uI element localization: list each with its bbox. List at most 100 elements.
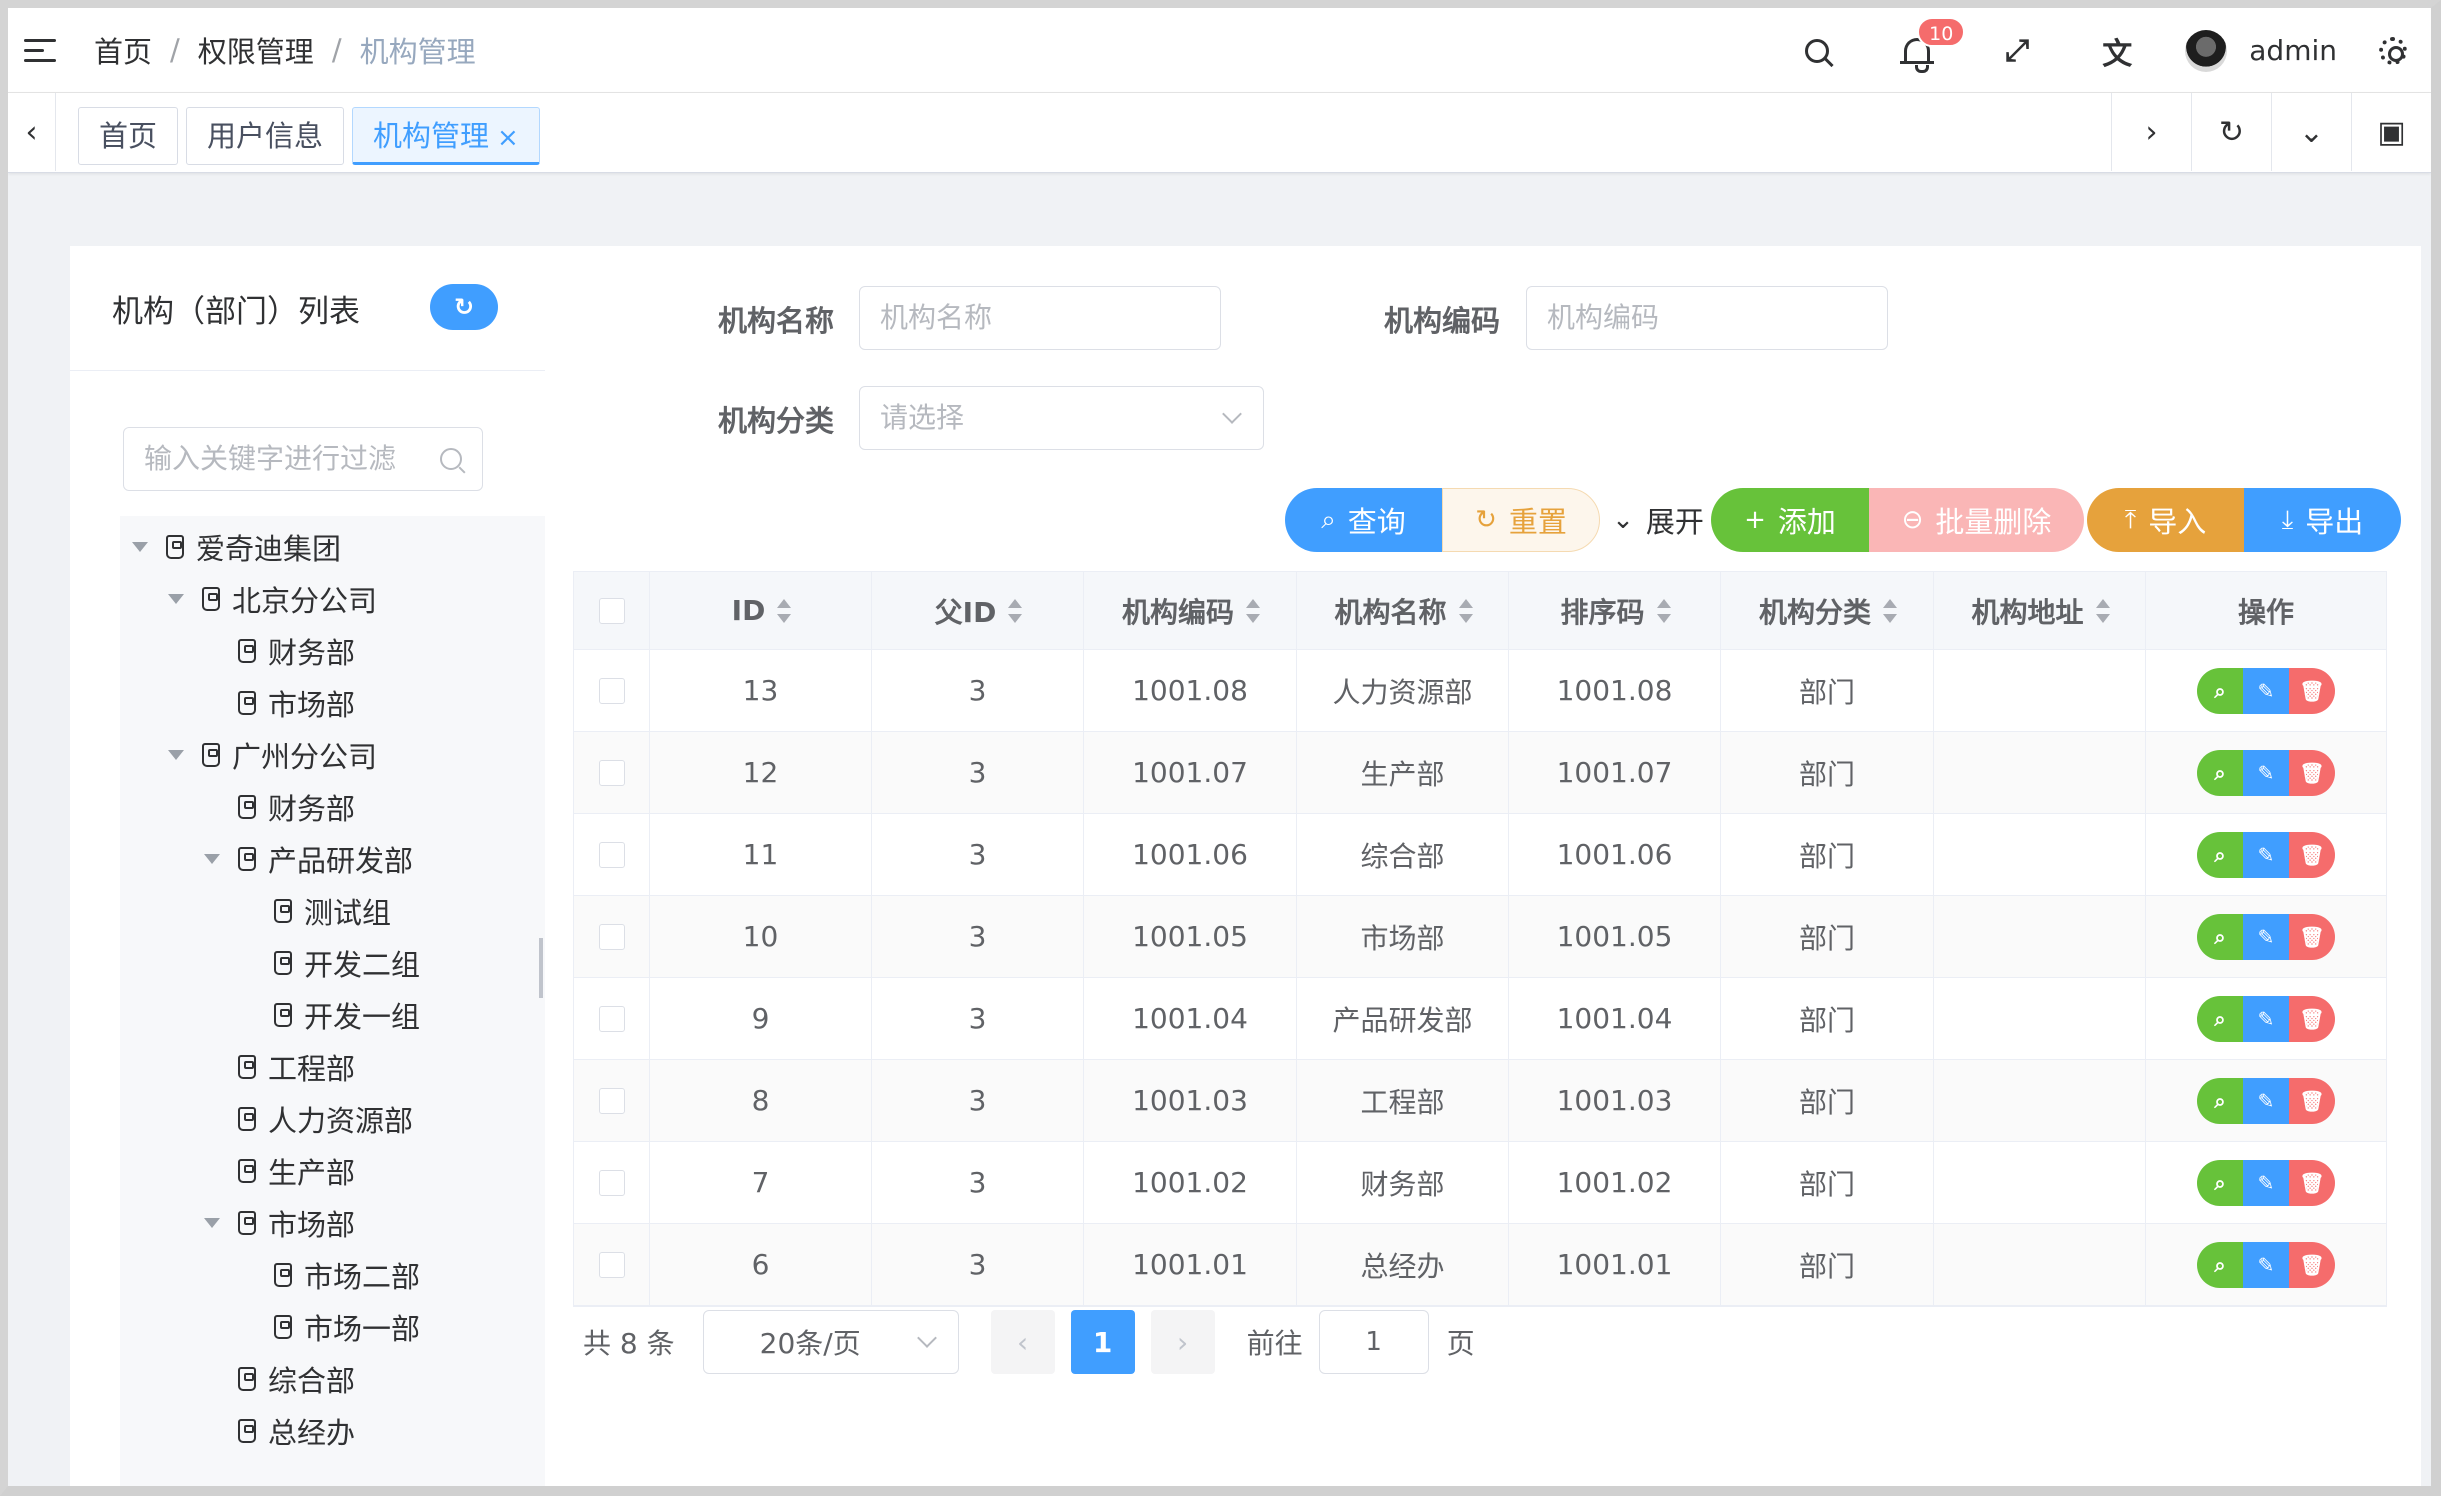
page-number-current[interactable]: 1	[1070, 1310, 1135, 1374]
tree-node[interactable]: 人力资源部	[204, 1094, 413, 1144]
tree-node[interactable]: 市场一部	[240, 1302, 420, 1352]
caret-down-icon[interactable]	[204, 1218, 220, 1228]
avatar[interactable]	[2185, 29, 2228, 72]
view-button[interactable]: ⌕	[2197, 913, 2243, 960]
row-checkbox[interactable]	[598, 1087, 625, 1114]
batch-delete-button[interactable]: ⊖ 批量删除	[1869, 488, 2084, 552]
header-org-code[interactable]: 机构编码	[1084, 572, 1297, 649]
breadcrumb-permission[interactable]: 权限管理	[198, 29, 314, 71]
caret-down-icon[interactable]	[204, 854, 220, 864]
edit-button[interactable]: ✎	[2243, 1077, 2289, 1124]
tree-node[interactable]: 市场部	[204, 678, 355, 728]
org-code-input[interactable]	[1547, 287, 1857, 347]
header-sort-code[interactable]: 排序码	[1509, 572, 1721, 649]
tree-node[interactable]: 生产部	[204, 1146, 355, 1196]
search-icon[interactable]	[440, 448, 462, 470]
edit-button[interactable]: ✎	[2243, 913, 2289, 960]
tag-org-management[interactable]: 机构管理 ×	[352, 107, 540, 165]
tag-home[interactable]: 首页	[78, 107, 179, 165]
query-button[interactable]: ⌕ 查询	[1285, 488, 1442, 552]
chevron-down-icon[interactable]: ⌄	[2271, 93, 2351, 171]
view-button[interactable]: ⌕	[2197, 1159, 2243, 1206]
breadcrumb-home[interactable]: 首页	[94, 29, 152, 71]
refresh-icon[interactable]: ↻	[2191, 93, 2271, 171]
edit-button[interactable]: ✎	[2243, 667, 2289, 714]
panel-splitter-handle[interactable]	[539, 938, 543, 998]
tag-user-info[interactable]: 用户信息	[186, 107, 345, 165]
tree-node[interactable]: 财务部	[204, 626, 355, 676]
close-icon[interactable]: ×	[497, 123, 519, 153]
delete-button[interactable]: 🗑	[2289, 995, 2335, 1042]
row-checkbox[interactable]	[598, 1005, 625, 1032]
tree-node[interactable]: 测试组	[240, 886, 391, 936]
edit-button[interactable]: ✎	[2243, 1241, 2289, 1288]
reset-button[interactable]: ↻ 重置	[1442, 488, 1600, 552]
tree-node[interactable]: 市场部	[204, 1198, 355, 1248]
header-org-category[interactable]: 机构分类	[1721, 572, 1934, 649]
delete-button[interactable]: 🗑	[2289, 1159, 2335, 1206]
org-category-select[interactable]	[859, 386, 1264, 450]
tree-node[interactable]: 开发二组	[240, 938, 420, 988]
delete-button[interactable]: 🗑	[2289, 1077, 2335, 1124]
row-checkbox[interactable]	[598, 1169, 625, 1196]
next-page-button[interactable]: ›	[1150, 1310, 1215, 1374]
edit-button[interactable]: ✎	[2243, 1159, 2289, 1206]
row-checkbox[interactable]	[598, 923, 625, 950]
export-button[interactable]: ⤓ 导出	[2244, 488, 2401, 552]
gear-icon[interactable]	[2379, 36, 2407, 65]
org-code-field[interactable]	[1526, 286, 1888, 350]
menu-toggle-icon[interactable]	[24, 36, 58, 64]
fullscreen-icon[interactable]: ⤢	[1997, 31, 2037, 71]
view-button[interactable]: ⌕	[2197, 1077, 2243, 1124]
add-button[interactable]: + 添加	[1711, 488, 1869, 552]
tree-node[interactable]: 财务部	[204, 782, 355, 832]
header-id[interactable]: ID	[650, 572, 872, 649]
caret-down-icon[interactable]	[168, 594, 184, 604]
sort-icon[interactable]	[1246, 598, 1260, 623]
select-all-checkbox[interactable]	[598, 597, 625, 624]
sort-icon[interactable]	[1008, 598, 1023, 623]
tree-node[interactable]: 广州分公司	[168, 730, 377, 780]
prev-page-button[interactable]: ‹	[990, 1310, 1055, 1374]
tree-node[interactable]: 总经办	[204, 1406, 355, 1456]
header-org-name[interactable]: 机构名称	[1297, 572, 1509, 649]
org-category-input[interactable]	[880, 387, 1227, 447]
page-size-select[interactable]: 20条/页	[702, 1310, 959, 1374]
delete-button[interactable]: 🗑	[2289, 749, 2335, 796]
translate-icon[interactable]: 文	[2097, 31, 2137, 72]
view-button[interactable]: ⌕	[2197, 831, 2243, 878]
delete-button[interactable]: 🗑	[2289, 913, 2335, 960]
tree-node[interactable]: 工程部	[204, 1042, 355, 1092]
delete-button[interactable]: 🗑	[2289, 667, 2335, 714]
notification-bell-icon[interactable]: 10	[1897, 16, 1966, 73]
tree-node[interactable]: 开发一组	[240, 990, 420, 1040]
edit-button[interactable]: ✎	[2243, 995, 2289, 1042]
header-parent-id[interactable]: 父ID	[872, 572, 1084, 649]
sort-icon[interactable]	[1656, 598, 1671, 623]
search-icon[interactable]	[1797, 31, 1837, 71]
import-button[interactable]: ⤒ 导入	[2087, 488, 2244, 552]
caret-down-icon[interactable]	[168, 750, 184, 760]
edit-button[interactable]: ✎	[2243, 831, 2289, 878]
view-button[interactable]: ⌕	[2197, 995, 2243, 1042]
sort-icon[interactable]	[777, 598, 792, 623]
view-button[interactable]: ⌕	[2197, 667, 2243, 714]
view-button[interactable]: ⌕	[2197, 1241, 2243, 1288]
tree-node[interactable]: 产品研发部	[204, 834, 413, 884]
edit-button[interactable]: ✎	[2243, 749, 2289, 796]
maximize-icon[interactable]: ▣	[2351, 93, 2431, 171]
tree-node[interactable]: 市场二部	[240, 1250, 420, 1300]
delete-button[interactable]: 🗑	[2289, 831, 2335, 878]
sort-icon[interactable]	[2095, 598, 2110, 623]
row-checkbox[interactable]	[598, 1251, 625, 1278]
org-name-input[interactable]	[880, 287, 1190, 347]
username[interactable]: admin	[2249, 34, 2337, 67]
tree-filter-input[interactable]	[144, 428, 434, 488]
caret-down-icon[interactable]	[132, 542, 148, 552]
tree-node[interactable]: 综合部	[204, 1354, 355, 1404]
org-name-field[interactable]	[859, 286, 1221, 350]
delete-button[interactable]: 🗑	[2289, 1241, 2335, 1288]
tree-refresh-button[interactable]: ↻	[430, 284, 498, 330]
row-checkbox[interactable]	[598, 841, 625, 868]
tree-node[interactable]: 北京分公司	[168, 574, 377, 624]
